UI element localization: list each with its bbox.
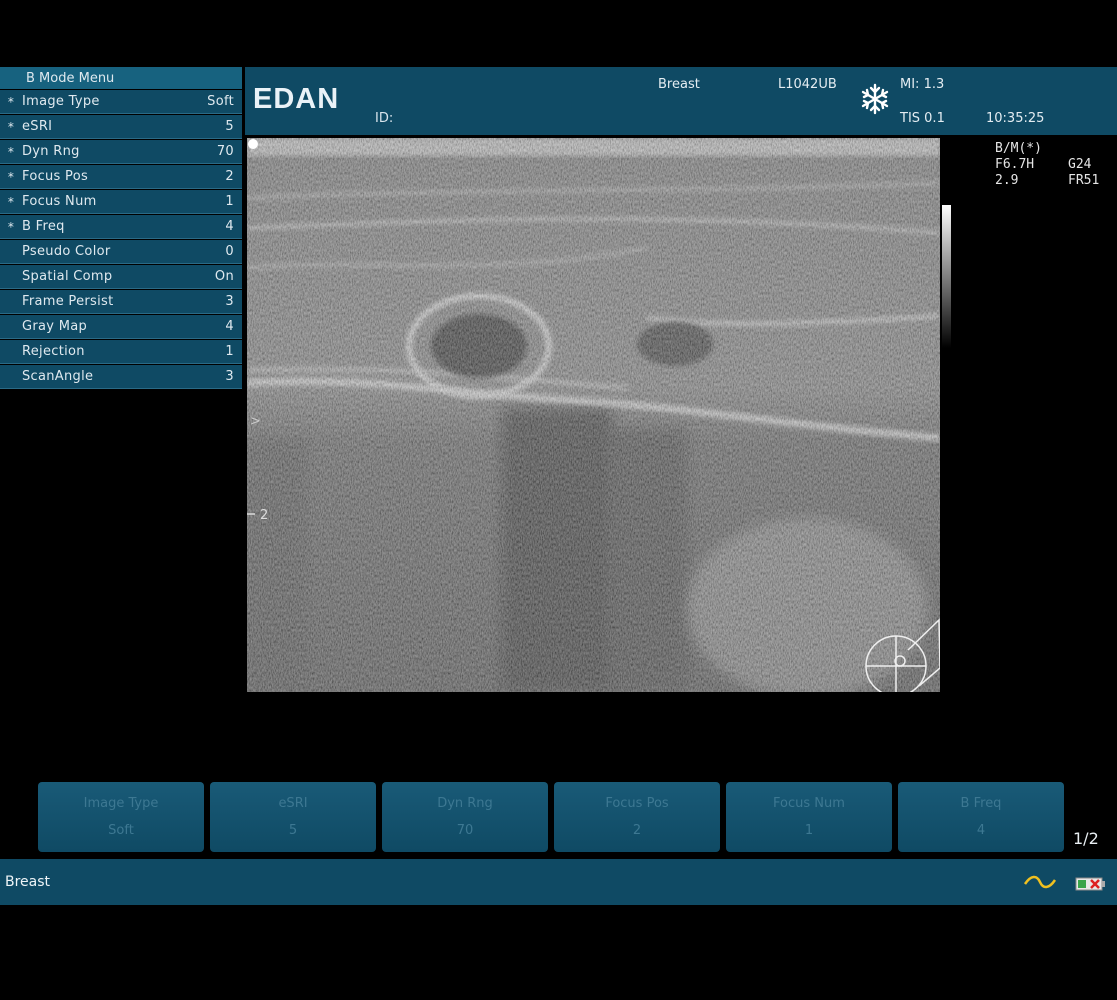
b-mode-menu: B Mode Menu * Image Type Soft * eSRI 5 * Dyn Rn… — [0, 67, 242, 390]
menu-item-value: 3 — [225, 369, 234, 384]
softkey-value: 5 — [288, 823, 298, 838]
softkey-button[interactable]: eSRI 5 — [210, 782, 376, 852]
softkey-name: Focus Num — [773, 796, 845, 811]
grayscale-bar — [942, 205, 951, 348]
menu-item-label: Spatial Comp — [22, 269, 113, 284]
imaging-mode: B/M(*) — [995, 141, 1042, 156]
menu-item-label: Rejection — [22, 344, 85, 359]
frame-rate-value: FR51 — [1068, 173, 1100, 188]
softkey-button[interactable]: Image Type Soft — [38, 782, 204, 852]
softkey-value: 70 — [456, 823, 474, 838]
menu-item-value: 70 — [216, 144, 234, 159]
softkey-value: 1 — [804, 823, 814, 838]
depth-mark: > — [250, 414, 261, 429]
menu-item-marker: * — [7, 219, 15, 234]
menu-item-value: Soft — [207, 94, 234, 109]
menu-item[interactable]: Pseudo Color 0 — [0, 240, 242, 264]
softkey-value: Soft — [108, 823, 134, 838]
mechanical-index: MI: 1.3 — [900, 77, 945, 92]
menu-item[interactable]: * Focus Num 1 — [0, 190, 242, 214]
softkey-button[interactable]: Focus Num 1 — [726, 782, 892, 852]
menu-item-value: 2 — [225, 169, 234, 184]
page-indicator[interactable]: 1/2 — [1073, 829, 1099, 848]
brand-logo: EDAN — [253, 83, 340, 115]
softkey-name: B Freq — [960, 796, 1002, 811]
exam-label: Breast — [5, 874, 51, 890]
menu-item[interactable]: ScanAngle 3 — [0, 365, 242, 389]
menu-item-marker: * — [7, 194, 15, 209]
menu-item-value: 4 — [225, 219, 234, 234]
status-bar: Breast — [0, 859, 1117, 905]
menu-item-label: Gray Map — [22, 319, 88, 334]
menu-item-marker: * — [7, 169, 15, 184]
menu-item[interactable]: Gray Map 4 — [0, 315, 242, 339]
menu-item-value: 4 — [225, 319, 234, 334]
menu-item-label: Frame Persist — [22, 294, 114, 309]
menu-item-label: B Freq — [22, 219, 65, 234]
softkey-button[interactable]: B Freq 4 — [898, 782, 1064, 852]
depth-mark-2: 2 — [260, 508, 268, 523]
wave-icon — [1023, 875, 1057, 889]
battery-icon — [1075, 877, 1105, 891]
menu-item[interactable]: Frame Persist 3 — [0, 290, 242, 314]
menu-item-value: 1 — [225, 194, 234, 209]
softkey-value: 2 — [632, 823, 642, 838]
menu-item-label: Image Type — [22, 94, 100, 109]
menu-item-label: eSRI — [22, 119, 53, 134]
menu-item[interactable]: * Dyn Rng 70 — [0, 140, 242, 164]
softkey-name: eSRI — [278, 796, 308, 811]
menu-item-label: Focus Num — [22, 194, 97, 209]
menu-item[interactable]: Rejection 1 — [0, 340, 242, 364]
frequency-value: F6.7H — [995, 157, 1035, 172]
thermal-index: TIS 0.1 — [900, 111, 945, 126]
menu-item[interactable]: * Image Type Soft — [0, 90, 242, 114]
menu-item-value: On — [214, 269, 234, 284]
menu-item-marker: * — [7, 144, 15, 159]
ultrasound-image[interactable]: > 2 — [247, 138, 940, 692]
patient-id-label: ID: — [375, 111, 394, 126]
menu-item-label: Dyn Rng — [22, 144, 80, 159]
menu-item-value: 3 — [225, 294, 234, 309]
gain-value: G24 — [1068, 157, 1092, 172]
clock-time: 10:35:25 — [986, 111, 1045, 126]
menu-item[interactable]: * B Freq 4 — [0, 215, 242, 239]
menu-title: B Mode Menu — [0, 67, 242, 89]
softkey-name: Focus Pos — [605, 796, 669, 811]
menu-item-label: Focus Pos — [22, 169, 89, 184]
softkey-button[interactable]: Focus Pos 2 — [554, 782, 720, 852]
softkey-name: Image Type — [83, 796, 159, 811]
menu-item-label: Pseudo Color — [22, 244, 111, 259]
menu-item-value: 1 — [225, 344, 234, 359]
snowflake-icon[interactable] — [859, 83, 891, 119]
menu-item-value: 5 — [225, 119, 234, 134]
menu-item[interactable]: * eSRI 5 — [0, 115, 242, 139]
menu-item-marker: * — [7, 94, 15, 109]
header-bar: EDAN ID: Breast L1042UB MI: 1.3 TIS 0.1 … — [245, 67, 1117, 135]
menu-item-marker: * — [7, 119, 15, 134]
menu-item-label: ScanAngle — [22, 369, 94, 384]
menu-item[interactable]: Spatial Comp On — [0, 265, 242, 289]
softkey-value: 4 — [976, 823, 986, 838]
softkey-row: Image Type Soft eSRI 5 Dyn Rng 70 Focus Pos 2 Fo… — [38, 782, 1070, 852]
softkey-name: Dyn Rng — [437, 796, 493, 811]
probe-model: L1042UB — [778, 77, 837, 92]
exam-type: Breast — [658, 77, 700, 92]
menu-item[interactable]: * Focus Pos 2 — [0, 165, 242, 189]
softkey-button[interactable]: Dyn Rng 70 — [382, 782, 548, 852]
depth-value: 2.9 — [995, 173, 1019, 188]
menu-item-value: 0 — [225, 244, 234, 259]
